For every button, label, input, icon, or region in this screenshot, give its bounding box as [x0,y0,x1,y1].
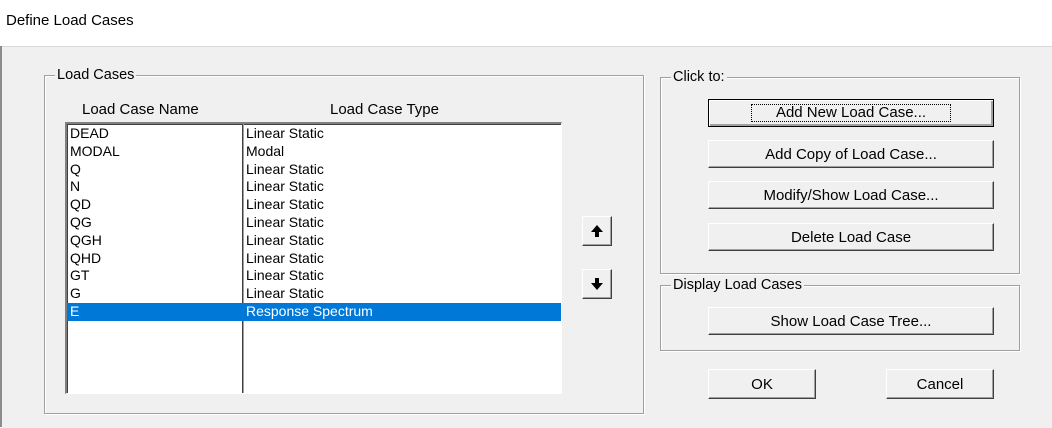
load-case-name: QGH [70,231,102,248]
load-case-name: Q [70,160,81,177]
load-case-type: Linear Static [246,196,324,213]
load-case-name: E [70,303,80,319]
load-case-type: Linear Static [246,214,324,230]
load-case-type: Linear Static [246,125,324,141]
list-item[interactable]: G Linear Static [67,285,561,303]
show-load-case-tree-button[interactable]: Show Load Case Tree... [708,307,994,335]
list-item[interactable]: E Response Spectrum [67,303,561,321]
list-item[interactable]: N Linear Static [67,178,561,196]
arrow-up-icon [591,225,603,237]
arrow-down-icon [591,278,603,290]
delete-load-case-button[interactable]: Delete Load Case [708,223,994,251]
load-case-type: Linear Static [246,267,324,284]
list-item[interactable]: DEAD Linear Static [67,125,561,143]
add-copy-load-case-button[interactable]: Add Copy of Load Case... [708,140,994,168]
column-header-name: Load Case Name [82,101,199,118]
load-case-name: GT [70,267,90,284]
load-case-name: MODAL [70,142,120,159]
column-header-type: Load Case Type [330,101,439,118]
list-item[interactable]: MODAL Modal [67,143,561,161]
load-case-name: QG [70,214,92,230]
ok-button[interactable]: OK [708,369,816,399]
load-case-type: Linear Static [246,249,324,266]
modify-show-load-case-button[interactable]: Modify/Show Load Case... [708,181,994,209]
load-case-name: G [70,285,81,302]
window-title: Define Load Cases [6,12,134,29]
load-case-type: Linear Static [246,178,324,195]
load-case-type: Response Spectrum [246,303,373,319]
load-cases-legend: Load Cases [55,67,137,83]
load-case-type: Linear Static [246,285,324,302]
click-to-legend: Click to: [671,69,727,85]
list-item[interactable]: Q Linear Static [67,161,561,179]
load-case-type: Linear Static [246,160,324,177]
add-new-load-case-label: Add New Load Case... [750,104,952,122]
display-load-cases-legend: Display Load Cases [671,277,804,293]
list-item[interactable]: QHD Linear Static [67,250,561,268]
move-up-button[interactable] [582,216,612,246]
list-item[interactable]: GT Linear Static [67,267,561,285]
load-case-name: QD [70,196,91,213]
load-cases-list[interactable]: DEAD Linear Static MODAL Modal Q Linear Stati… [65,122,562,394]
cancel-button[interactable]: Cancel [886,369,994,399]
move-down-button[interactable] [582,269,612,299]
load-case-name: DEAD [70,125,109,141]
load-case-type: Linear Static [246,231,324,248]
load-case-type: Modal [246,142,285,159]
list-item[interactable]: QGH Linear Static [67,232,561,250]
load-case-name: N [70,178,81,195]
dialog-body: Load Cases Load Case Name Load Case Type… [2,46,1052,428]
list-item[interactable]: QD Linear Static [67,196,561,214]
load-case-name: QHD [70,249,102,266]
list-item[interactable]: QG Linear Static [67,214,561,232]
add-new-load-case-button[interactable]: Add New Load Case... [708,99,994,127]
